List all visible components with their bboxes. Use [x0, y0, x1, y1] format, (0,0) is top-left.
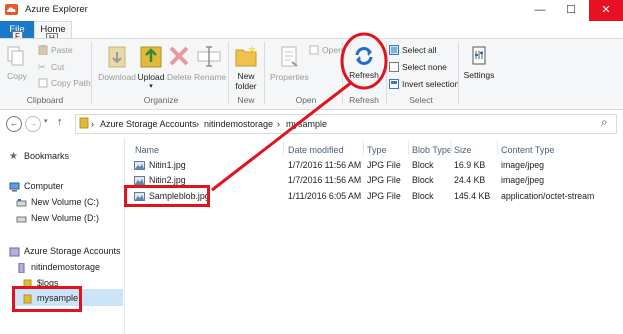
refresh-highlight-circle — [340, 32, 388, 90]
annotation-overlay — [211, 32, 388, 192]
annotation-arrow-line — [211, 80, 353, 192]
mysample-highlight-box — [12, 286, 82, 312]
sampleblob-highlight-box — [124, 185, 210, 207]
